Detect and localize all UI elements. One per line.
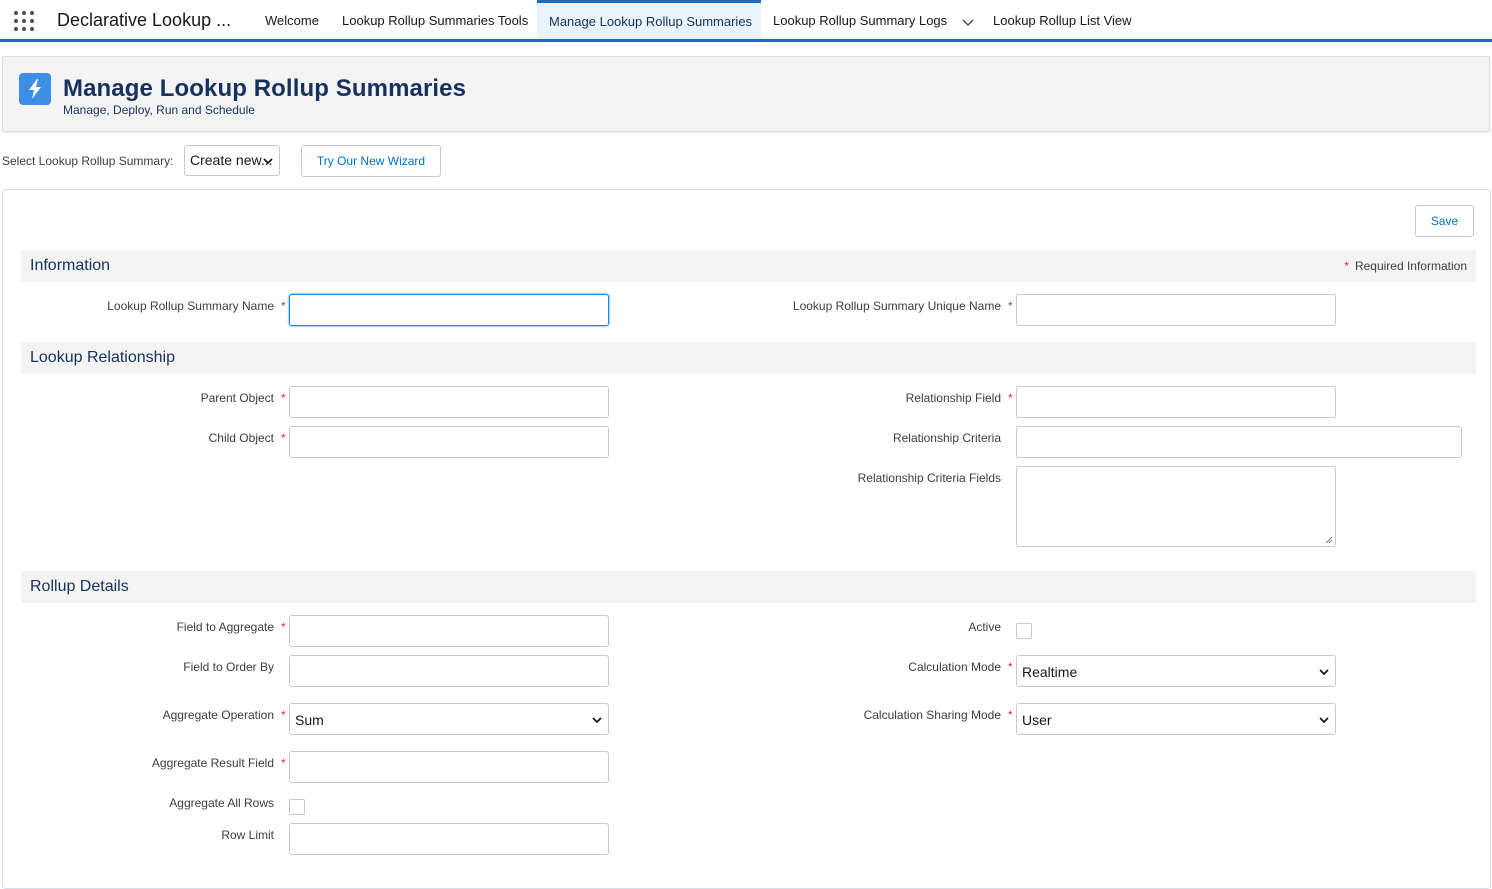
aggregate-result-field-label: Aggregate Result Field [151,756,274,770]
summary-name-input[interactable] [289,294,609,326]
chevron-down-icon [1319,717,1329,724]
relationship-criteria-label: Relationship Criteria [892,431,1001,445]
aggregate-operation-value: Sum [295,712,324,728]
aggregate-all-rows-checkbox[interactable] [289,799,305,815]
unique-name-input[interactable] [1016,294,1336,326]
required-star: * [281,431,286,445]
app-launcher-icon[interactable] [13,10,35,32]
calculation-mode-select[interactable]: Realtime [1016,655,1336,687]
chevron-down-icon [1319,669,1329,676]
lightning-bolt-icon [19,73,51,105]
active-checkbox[interactable] [1016,623,1032,639]
calculation-sharing-mode-select[interactable]: User [1016,703,1336,735]
relationship-criteria-fields-textarea[interactable] [1016,466,1336,547]
page-header: Manage Lookup Rollup Summaries Manage, D… [2,56,1490,132]
aggregate-all-rows-label: Aggregate All Rows [169,796,274,810]
try-wizard-button[interactable]: Try Our New Wizard [301,145,441,177]
summary-name-label: Lookup Rollup Summary Name [107,299,274,313]
required-star: * [1008,391,1013,405]
app-name: Declarative Lookup ... [57,10,232,30]
relationship-criteria-input[interactable] [1016,426,1462,458]
app-navigation-bar: Declarative Lookup ... Welcome Lookup Ro… [0,0,1492,42]
chevron-down-icon [263,157,273,164]
form-card: Save Information * Required Information L… [2,189,1491,889]
section-title: Information [30,257,111,274]
tab-manage-lookup-rollup-summaries[interactable]: Manage Lookup Rollup Summaries [537,0,761,39]
calculation-mode-label: Calculation Mode [908,660,1001,674]
relationship-criteria-fields-label: Relationship Criteria Fields [857,471,1001,485]
tab-lookup-rollup-summaries-tools[interactable]: Lookup Rollup Summaries Tools [330,0,540,39]
tab-label: Lookup Rollup Summary Logs [773,13,948,28]
page-subtitle: Manage, Deploy, Run and Schedule [63,103,255,117]
calculation-sharing-mode-value: User [1022,712,1052,728]
required-star: * [1008,660,1013,674]
aggregate-result-field-input[interactable] [289,751,609,783]
section-title: Rollup Details [30,578,129,595]
parent-object-label: Parent Object [200,391,274,405]
parent-object-input[interactable] [289,386,609,418]
tab-lookup-rollup-summary-logs[interactable]: Lookup Rollup Summary Logs [761,0,987,39]
section-information: Information * Required Information [21,250,1476,282]
field-to-aggregate-input[interactable] [289,615,609,647]
unique-name-label: Lookup Rollup Summary Unique Name [792,299,1001,313]
tab-welcome[interactable]: Welcome [253,0,331,39]
chevron-down-icon [592,717,602,724]
required-star: * [1008,708,1013,722]
calculation-sharing-mode-label: Calculation Sharing Mode [863,708,1001,722]
resize-handle-icon[interactable] [1325,536,1333,544]
required-star: * [281,708,286,722]
required-star: * [281,299,286,313]
page-title: Manage Lookup Rollup Summaries [63,75,467,102]
required-info-text: Required Information [1354,259,1467,273]
field-to-order-by-input[interactable] [289,655,609,687]
child-object-input[interactable] [289,426,609,458]
section-lookup-relationship: Lookup Relationship [21,342,1476,374]
relationship-field-label: Relationship Field [905,391,1001,405]
field-to-aggregate-label: Field to Aggregate [176,620,274,634]
chevron-down-icon[interactable] [961,15,975,29]
select-summary-label: Select Lookup Rollup Summary: [2,154,174,168]
required-star: * [281,756,286,770]
tab-lookup-rollup-list-view[interactable]: Lookup Rollup List View [981,0,1144,39]
summary-select[interactable]: Create new... [184,145,280,176]
field-to-order-by-label: Field to Order By [183,660,274,674]
child-object-label: Child Object [208,431,274,445]
row-limit-input[interactable] [289,823,609,855]
required-star: * [1008,299,1013,313]
calculation-mode-value: Realtime [1022,664,1078,680]
aggregate-operation-label: Aggregate Operation [162,708,274,722]
active-label: Active [968,620,1001,634]
required-star: * [1344,259,1349,273]
summary-select-value: Create new... [190,152,273,168]
required-star: * [281,620,286,634]
section-title: Lookup Relationship [30,349,175,366]
row-limit-label: Row Limit [221,828,274,842]
aggregate-operation-select[interactable]: Sum [289,703,609,735]
save-button[interactable]: Save [1415,205,1474,237]
required-info: * Required Information [1344,259,1467,273]
relationship-field-input[interactable] [1016,386,1336,418]
section-rollup-details: Rollup Details [21,571,1476,603]
required-star: * [281,391,286,405]
